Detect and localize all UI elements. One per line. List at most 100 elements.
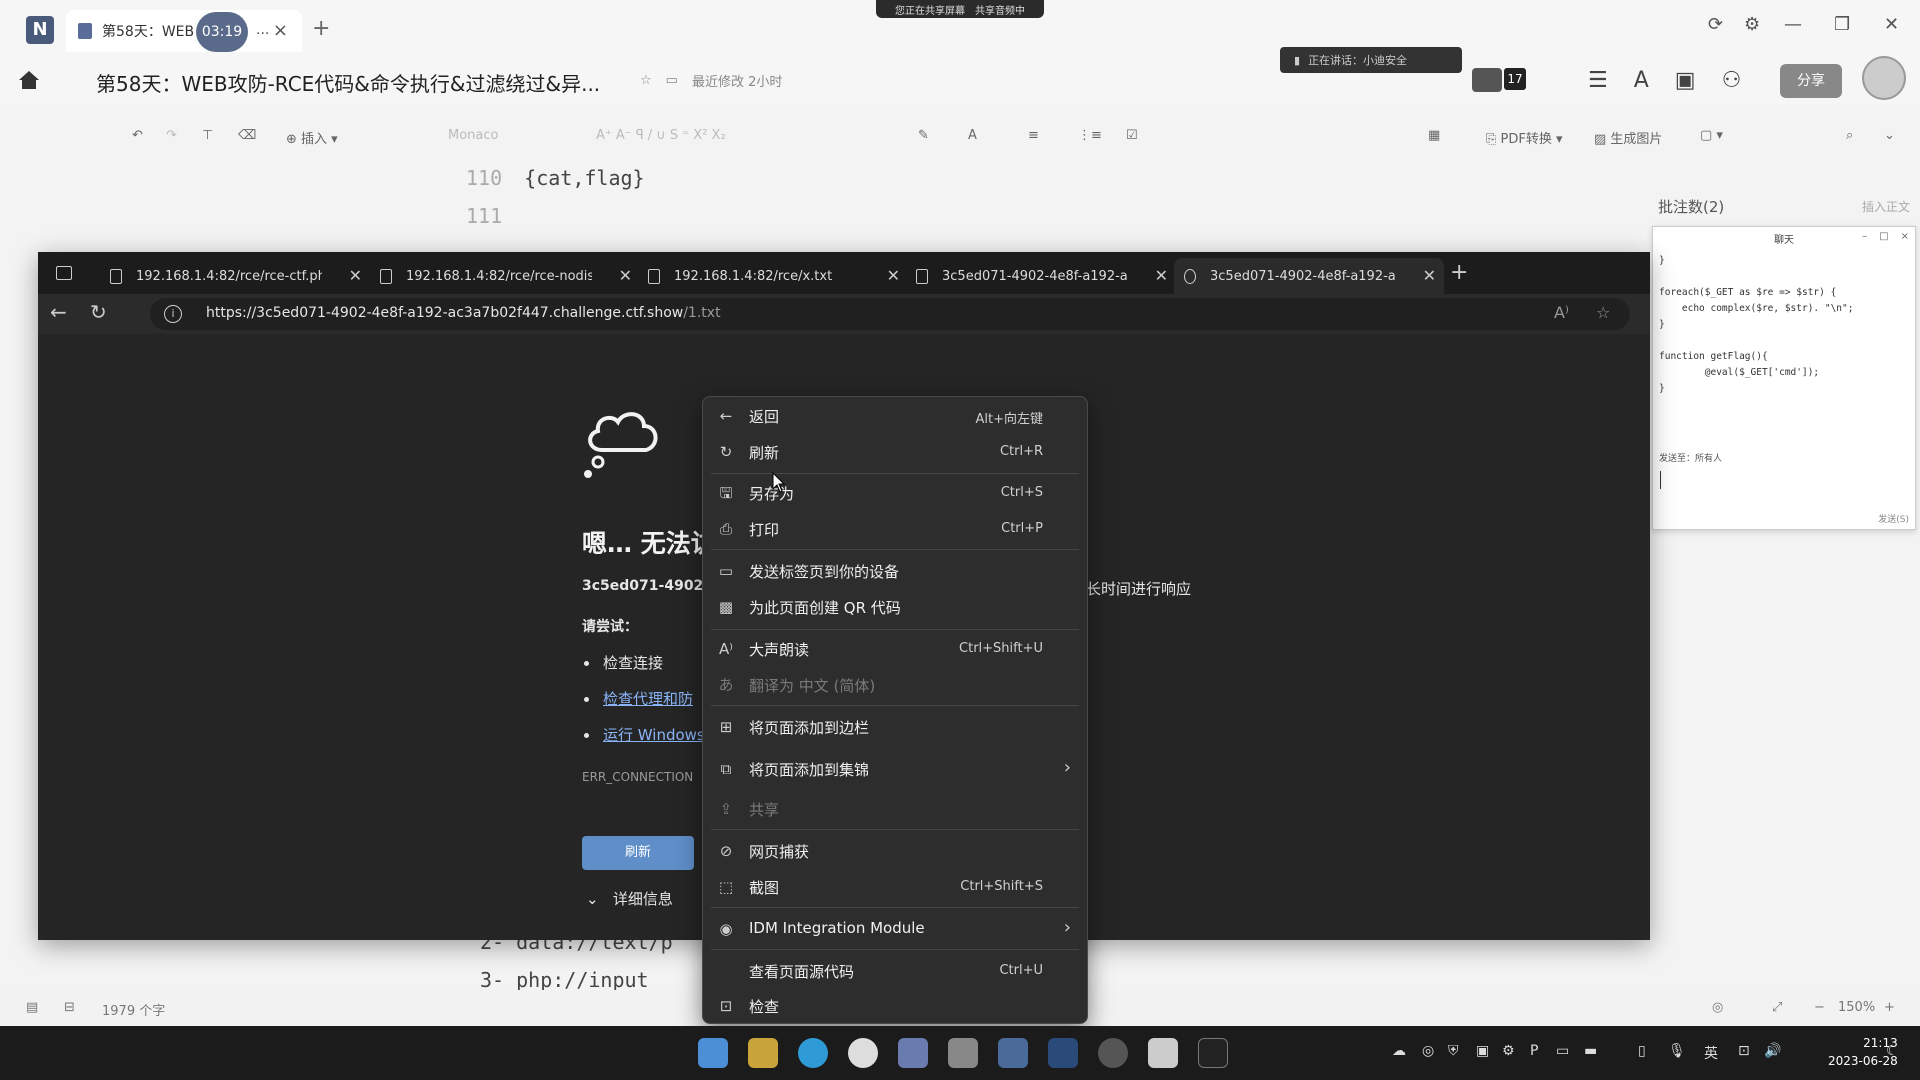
menu-item-qr-code[interactable]: ▩ 为此页面创建 QR 代码: [703, 589, 1087, 625]
menu-item-save-as[interactable]: 🖫 另存为 Ctrl+S: [703, 475, 1087, 511]
outline-icon[interactable]: ▤: [26, 1000, 38, 1015]
send-to-select[interactable]: 发送至：所有人: [1659, 451, 1722, 464]
tray-settings-icon[interactable]: ⚙: [1502, 1043, 1515, 1059]
present-icon[interactable]: ▣: [1675, 68, 1696, 93]
tray-monitor-icon[interactable]: ▭: [1556, 1043, 1569, 1059]
refresh-icon[interactable]: ↻: [90, 300, 107, 324]
notification-icon[interactable]: ☾: [1886, 1043, 1899, 1059]
send-button[interactable]: 发送(S): [1878, 512, 1909, 525]
chrome-icon[interactable]: [848, 1038, 878, 1068]
menu-item-send-tab[interactable]: ▭ 发送标签页到你的设备: [703, 553, 1087, 589]
text-size-icon[interactable]: A⁺ A⁻ ꟼ / ∪ S ⁼ X² X₂: [596, 128, 726, 143]
tray-app-icon[interactable]: ☁: [1392, 1043, 1406, 1059]
undo-icon[interactable]: ↶: [132, 128, 143, 143]
close-tab-icon[interactable]: ✕: [349, 266, 362, 285]
user-avatar[interactable]: [1862, 56, 1906, 100]
microphone-icon[interactable]: 🎙: [1668, 1043, 1686, 1059]
share-button[interactable]: 分享: [1780, 64, 1842, 98]
menu-item-add-collections[interactable]: ⧉ 将页面添加到集锦 ›: [703, 751, 1087, 787]
tray-camera-icon[interactable]: ◎: [1422, 1043, 1434, 1059]
menu-item-add-sidebar[interactable]: ⊞ 将页面添加到边栏: [703, 709, 1087, 745]
tray-shield-icon[interactable]: ⛨: [1448, 1043, 1459, 1059]
menu-icon[interactable]: ☰: [1588, 68, 1608, 93]
font-size-icon[interactable]: A: [1634, 68, 1649, 93]
tray-app-icon[interactable]: ▣: [1476, 1043, 1489, 1059]
close-tab-icon[interactable]: ✕: [1155, 266, 1168, 285]
edge-browser-icon[interactable]: [798, 1038, 828, 1068]
bullet-list-icon[interactable]: ≡: [1028, 128, 1039, 143]
folder-icon[interactable]: ▭: [666, 73, 678, 88]
star-icon[interactable]: ☆: [640, 73, 652, 88]
suggestion-link[interactable]: 运行 Windows: [584, 724, 705, 745]
address-bar[interactable]: i https://3c5ed071-4902-4e8f-a192-ac3a7b…: [150, 298, 1630, 330]
table-icon[interactable]: ▦: [1428, 128, 1440, 143]
comments-count[interactable]: 批注数(2): [1658, 196, 1724, 217]
member-avatars[interactable]: 17: [1472, 68, 1530, 92]
refresh-button[interactable]: 刷新: [582, 836, 694, 870]
refresh-icon[interactable]: ⟳: [1708, 14, 1723, 35]
font-select[interactable]: Monaco: [448, 128, 498, 143]
tab-actions-icon[interactable]: [56, 266, 72, 280]
chevron-down-icon[interactable]: ⌄: [1884, 128, 1895, 143]
menu-item-idm[interactable]: ◉ IDM Integration Module ›: [703, 911, 1087, 947]
tray-display-icon[interactable]: ▬: [1584, 1043, 1597, 1059]
start-icon[interactable]: [698, 1038, 728, 1068]
checklist-icon[interactable]: ☑: [1126, 128, 1138, 143]
fullscreen-icon[interactable]: ⤢: [1772, 1000, 1782, 1015]
file-explorer-icon[interactable]: [748, 1038, 778, 1068]
image-viewer-icon[interactable]: [998, 1038, 1028, 1068]
browser-tab[interactable]: 3c5ed071-4902-4e8f-a192-ac3a ✕: [906, 258, 1176, 294]
app-icon[interactable]: [1098, 1038, 1128, 1068]
search-icon[interactable]: ⌕: [1846, 128, 1853, 143]
highlight-icon[interactable]: ✎: [918, 128, 929, 143]
chat-input[interactable]: [1660, 471, 1661, 489]
menu-item-inspect[interactable]: ⊡ 检查: [703, 988, 1087, 1024]
menu-item-refresh[interactable]: ↻ 刷新 Ctrl+R: [703, 434, 1087, 470]
usb-icon[interactable]: ▯: [1638, 1043, 1646, 1059]
insert-text-link[interactable]: 插入正文: [1862, 198, 1910, 215]
eraser-icon[interactable]: ⌫: [238, 128, 256, 143]
close-tab-icon[interactable]: ✕: [887, 266, 900, 285]
menu-item-back[interactable]: ← 返回 Alt+向左键: [703, 398, 1087, 434]
network-icon[interactable]: ⊡: [1738, 1043, 1750, 1059]
menu-item-web-capture[interactable]: ⊘ 网页捕获: [703, 833, 1087, 869]
insert-button[interactable]: ⊕ 插入 ▾: [286, 128, 338, 147]
details-toggle[interactable]: ⌄ 详细信息: [586, 888, 673, 909]
favorite-star-icon[interactable]: ☆: [1596, 303, 1610, 322]
new-tab-button[interactable]: +: [1450, 260, 1468, 285]
word-count[interactable]: 1979 个字: [102, 1000, 165, 1019]
pdf-convert-button[interactable]: ⎘ PDF转换 ▾: [1486, 128, 1563, 147]
close-tab-icon[interactable]: ✕: [619, 266, 632, 285]
page-layout-icon[interactable]: ⊟: [64, 1000, 75, 1015]
close-window-button[interactable]: ✕: [1884, 14, 1899, 35]
volume-icon[interactable]: 🔊: [1764, 1043, 1781, 1059]
browser-tab[interactable]: 192.168.1.4:82/rce/x.txt ✕: [638, 258, 908, 294]
menu-item-screenshot[interactable]: ⬚ 截图 Ctrl+Shift+S: [703, 869, 1087, 905]
ime-indicator[interactable]: 英: [1704, 1043, 1718, 1063]
pycharm-icon[interactable]: [1198, 1038, 1228, 1068]
browser-tab[interactable]: 192.168.1.4:82/rce/rce-nodisplay ✕: [370, 258, 640, 294]
restore-button[interactable]: ❐: [1834, 14, 1850, 35]
zoom-level[interactable]: 150%: [1838, 1000, 1875, 1015]
settings-icon[interactable]: ⚙: [1744, 14, 1760, 35]
maximize-icon[interactable]: □: [1879, 231, 1888, 242]
new-tab-button[interactable]: +: [312, 16, 330, 41]
zoom-in-button[interactable]: +: [1884, 1000, 1895, 1015]
browser-tab-active[interactable]: 3c5ed071-4902-4e8f-a192-ac3a ✕: [1174, 258, 1444, 294]
format-painter-icon[interactable]: ⊤: [202, 128, 213, 143]
minimize-icon[interactable]: –: [1862, 231, 1867, 242]
numbered-list-icon[interactable]: ⋮≡: [1078, 128, 1102, 143]
zoom-out-button[interactable]: −: [1814, 1000, 1825, 1015]
suggestion-text[interactable]: 检查代理和防: [603, 690, 693, 708]
wps-icon[interactable]: [898, 1038, 928, 1068]
document-tab[interactable]: 第58天：WEB ... ×: [66, 10, 302, 52]
back-arrow-icon[interactable]: ←: [50, 300, 67, 324]
tray-p-icon[interactable]: P: [1530, 1043, 1538, 1059]
generate-image-button[interactable]: ▨ 生成图片: [1594, 128, 1662, 147]
minimize-button[interactable]: —: [1784, 14, 1802, 35]
menu-item-view-source[interactable]: 查看页面源代码 Ctrl+U: [703, 953, 1087, 989]
close-tab-icon[interactable]: ×: [273, 20, 288, 41]
suggestion-text[interactable]: 运行 Windows: [603, 726, 705, 744]
wps-logo-icon[interactable]: N: [26, 16, 54, 44]
suggestion-link[interactable]: 检查代理和防: [584, 688, 693, 709]
